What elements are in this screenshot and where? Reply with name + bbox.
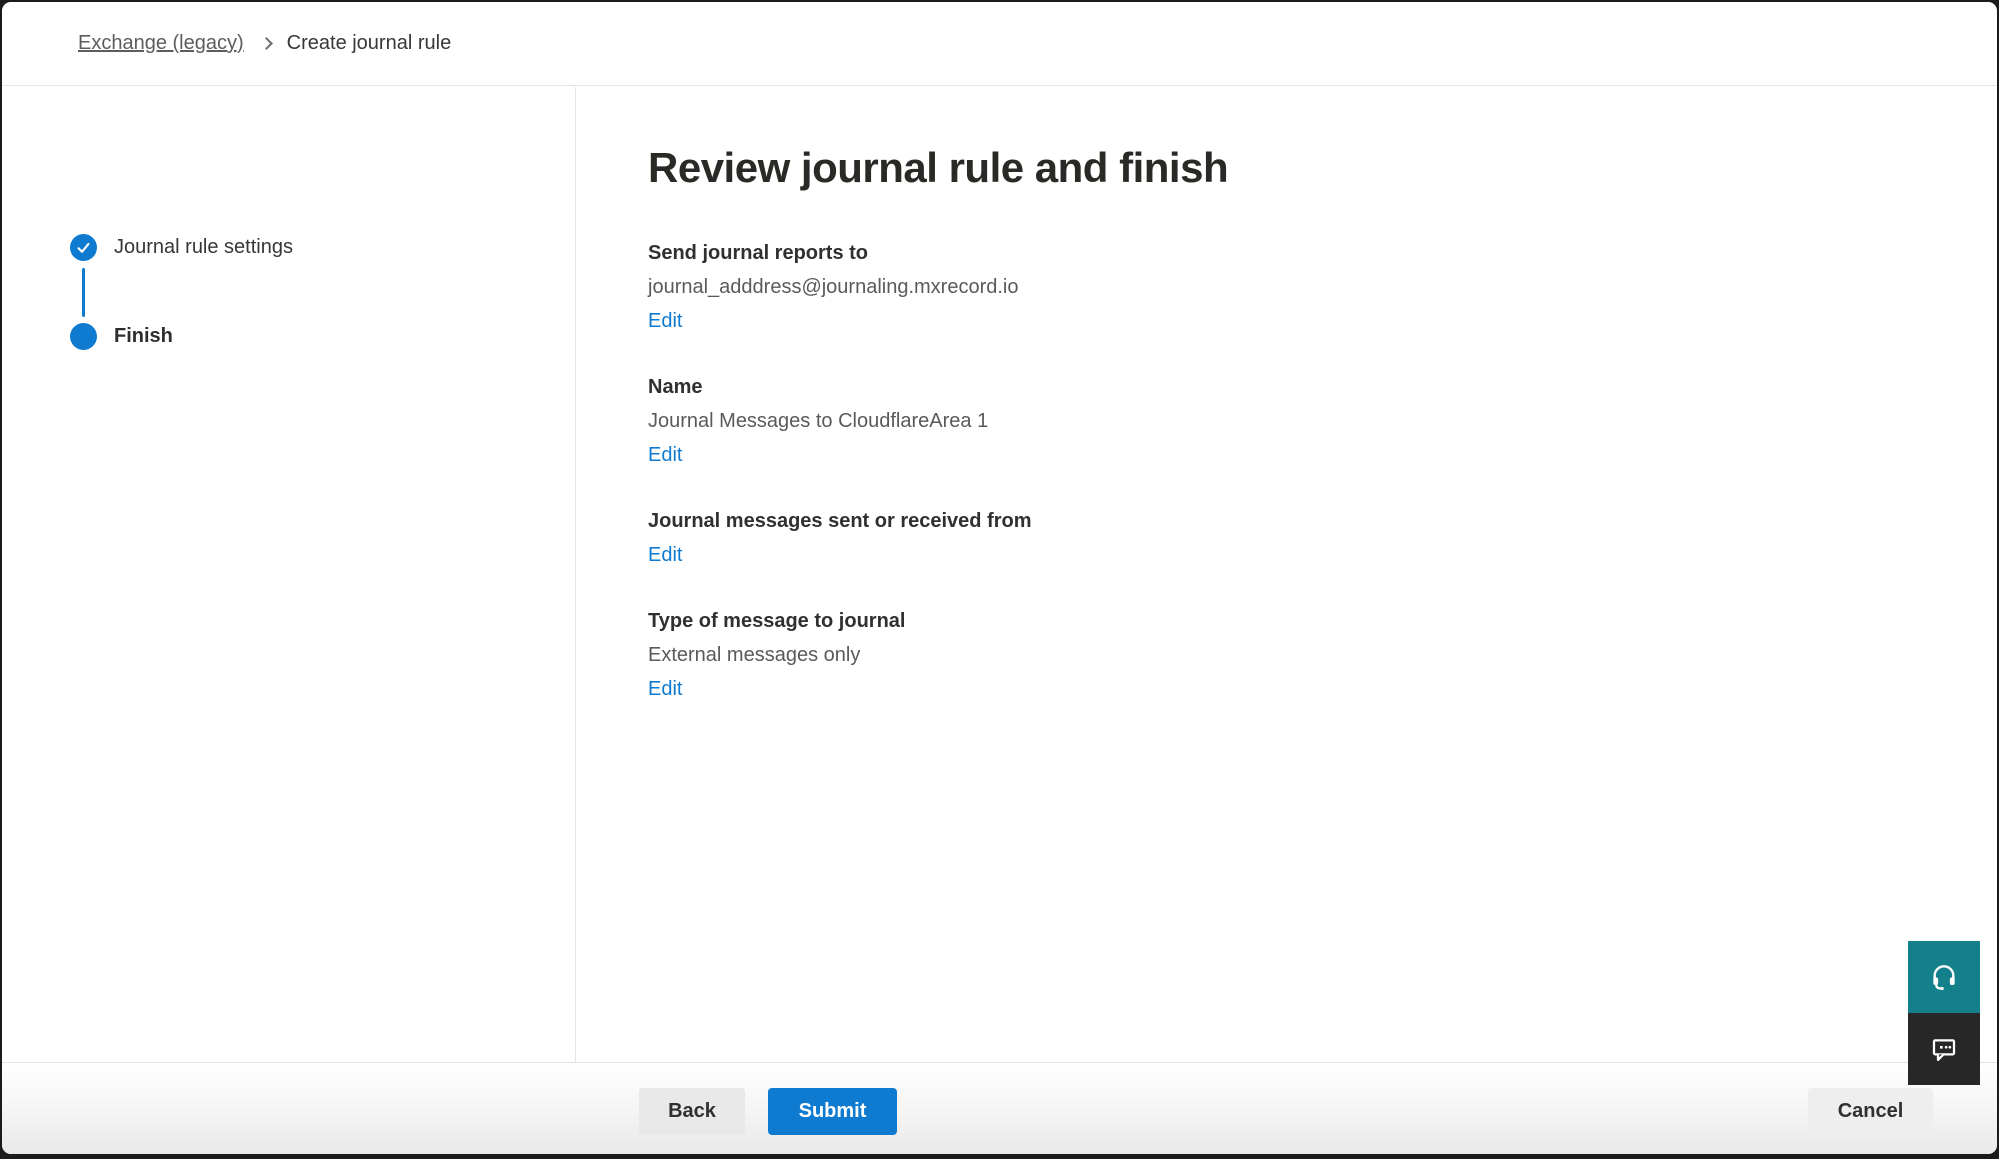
feedback-button[interactable] — [1908, 1013, 1980, 1085]
section-label: Journal messages sent or received from — [648, 504, 1228, 538]
section-label: Send journal reports to — [648, 236, 1228, 270]
section-message-type: Type of message to journal External mess… — [648, 604, 1228, 706]
cancel-button[interactable]: Cancel — [1808, 1088, 1933, 1135]
submit-button[interactable]: Submit — [768, 1088, 897, 1135]
section-journal-messages-scope: Journal messages sent or received from E… — [648, 504, 1228, 572]
page-title: Review journal rule and finish — [648, 140, 1228, 196]
wizard-step-rail: Journal rule settings Finish — [2, 87, 576, 1062]
wizard-step-journal-rule-settings[interactable]: Journal rule settings — [2, 234, 293, 261]
section-label: Name — [648, 370, 1228, 404]
edit-send-journal-reports-link[interactable]: Edit — [648, 304, 682, 338]
step-connector-line — [82, 268, 85, 317]
breadcrumb: Exchange (legacy) Create journal rule — [2, 2, 1997, 86]
edit-journal-messages-scope-link[interactable]: Edit — [648, 538, 682, 572]
step-label: Finish — [114, 323, 173, 350]
headset-icon — [1928, 961, 1960, 993]
footer-left-buttons: Back Submit — [639, 1088, 897, 1135]
wizard-footer: Back Submit Cancel — [2, 1062, 1997, 1154]
back-button[interactable]: Back — [639, 1088, 745, 1135]
section-label: Type of message to journal — [648, 604, 1228, 638]
app-window: Exchange (legacy) Create journal rule Jo… — [2, 2, 1997, 1154]
edit-name-link[interactable]: Edit — [648, 438, 682, 472]
section-value: Journal Messages to CloudflareArea 1 — [648, 404, 1228, 438]
section-value: journal_adddress@journaling.mxrecord.io — [648, 270, 1228, 304]
section-value: External messages only — [648, 638, 1228, 672]
review-panel: Review journal rule and finish Send jour… — [648, 140, 1228, 738]
floating-button-stack — [1908, 941, 1980, 1085]
breadcrumb-link-exchange[interactable]: Exchange (legacy) — [78, 32, 244, 55]
chevron-right-icon — [260, 37, 273, 50]
section-name: Name Journal Messages to CloudflareArea … — [648, 370, 1228, 472]
step-current-dot-icon — [70, 323, 97, 350]
step-completed-check-icon — [70, 234, 97, 261]
section-send-journal-reports-to: Send journal reports to journal_adddress… — [648, 236, 1228, 338]
feedback-icon — [1928, 1033, 1960, 1065]
wizard-step-finish[interactable]: Finish — [2, 323, 173, 350]
breadcrumb-current-page: Create journal rule — [287, 32, 452, 55]
step-label: Journal rule settings — [114, 234, 293, 261]
edit-message-type-link[interactable]: Edit — [648, 672, 682, 706]
help-button[interactable] — [1908, 941, 1980, 1013]
